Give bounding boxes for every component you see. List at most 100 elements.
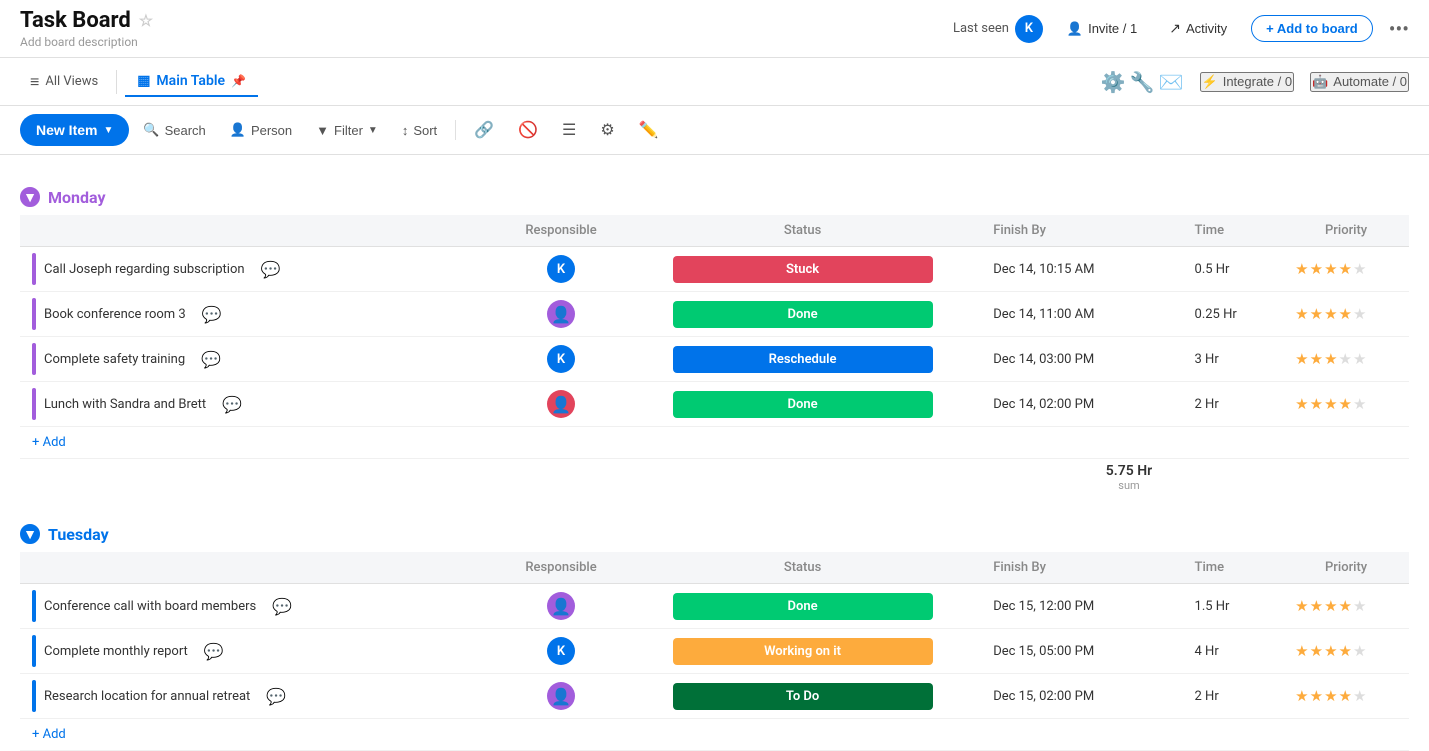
status-col-header: Status: [624, 215, 981, 247]
integrate-button[interactable]: ⚡ Integrate / 0: [1200, 72, 1295, 92]
person-button[interactable]: 👤 Person: [220, 116, 302, 144]
status-badge: Working on it: [673, 638, 933, 665]
star-rating: ★★★★★: [1295, 395, 1397, 413]
responsible-cell: 👤: [498, 674, 624, 719]
edit-icon-button[interactable]: ✏️: [629, 114, 669, 146]
comment-icon[interactable]: 💬: [201, 350, 221, 369]
comment-icon[interactable]: 💬: [202, 305, 222, 324]
status-badge: Stuck: [673, 256, 933, 283]
monday-add-row[interactable]: + Add: [20, 427, 1409, 459]
main-content: ▼ Monday Responsible Status Finish By Ti…: [0, 155, 1429, 751]
table-row[interactable]: Complete monthly report 💬 K Working on i…: [20, 629, 1409, 674]
comment-icon[interactable]: 💬: [261, 260, 281, 279]
table-icon: ▦: [137, 73, 150, 89]
comment-icon[interactable]: 💬: [272, 597, 292, 616]
responsible-col-header-tue: Responsible: [498, 552, 624, 584]
more-options-button[interactable]: •••: [1389, 17, 1409, 41]
star-rating: ★★★★★: [1295, 350, 1397, 368]
add-to-board-button[interactable]: + Add to board: [1251, 15, 1373, 42]
status-cell[interactable]: Working on it: [624, 629, 981, 674]
nav-divider: [116, 70, 117, 94]
status-cell[interactable]: Done: [624, 584, 981, 629]
star-filled: ★: [1295, 305, 1308, 323]
responsible-cell: 👤: [498, 382, 624, 427]
status-cell[interactable]: To Do: [624, 674, 981, 719]
hide-icon-button[interactable]: 🚫: [508, 114, 548, 146]
star-filled: ★: [1324, 687, 1337, 705]
integrate-icon: ⚡: [1202, 74, 1218, 90]
settings-icon: ⚙: [600, 120, 614, 140]
comment-icon[interactable]: 💬: [266, 687, 286, 706]
priority-cell: ★★★★★: [1283, 584, 1409, 629]
invite-button[interactable]: 👤 Invite / 1: [1059, 17, 1145, 41]
group-bar: [32, 590, 36, 622]
filter-button[interactable]: ▼ Filter ▼: [306, 117, 388, 144]
star-filled: ★: [1339, 260, 1352, 278]
finish-by-cell: Dec 14, 03:00 PM: [981, 337, 1182, 382]
status-cell[interactable]: Done: [624, 292, 981, 337]
star-filled: ★: [1295, 350, 1308, 368]
status-badge: Done: [673, 301, 933, 328]
avatar: 👤: [547, 390, 575, 418]
settings-icon-button[interactable]: ⚙: [590, 114, 624, 146]
responsible-cell: K: [498, 247, 624, 292]
status-cell[interactable]: Reschedule: [624, 337, 981, 382]
table-row[interactable]: Conference call with board members 💬 👤 D…: [20, 584, 1409, 629]
person-filter-icon: 👤: [230, 122, 246, 138]
tuesday-group: ▼ Tuesday Responsible Status Finish By T…: [20, 516, 1409, 751]
integration-icon-2: 🔧: [1130, 70, 1155, 94]
new-item-button[interactable]: New Item ▼: [20, 114, 129, 146]
header-left: Task Board ☆ Add board description: [20, 8, 153, 49]
activity-icon: ↗: [1169, 20, 1181, 37]
finish-by-cell: Dec 15, 02:00 PM: [981, 674, 1182, 719]
monday-header-row: Responsible Status Finish By Time Priori…: [20, 215, 1409, 247]
table-row[interactable]: Complete safety training 💬 K Reschedule …: [20, 337, 1409, 382]
star-filled: ★: [1295, 395, 1308, 413]
avatar: 👤: [547, 682, 575, 710]
sort-button[interactable]: ↕ Sort: [392, 117, 447, 144]
avatar: K: [547, 255, 575, 283]
group-bar: [32, 388, 36, 420]
tuesday-title: Tuesday: [48, 525, 109, 544]
group-icon-button[interactable]: ☰: [552, 114, 586, 146]
status-cell[interactable]: Done: [624, 382, 981, 427]
table-row[interactable]: Book conference room 3 💬 👤 Done Dec 14, …: [20, 292, 1409, 337]
table-row[interactable]: Call Joseph regarding subscription 💬 K S…: [20, 247, 1409, 292]
filter-icon: ▼: [316, 123, 329, 138]
time-col-header: Time: [1183, 215, 1284, 247]
status-badge: Reschedule: [673, 346, 933, 373]
responsible-cell: K: [498, 629, 624, 674]
automate-button[interactable]: 🤖 Automate / 0: [1310, 72, 1409, 92]
priority-cell: ★★★★★: [1283, 674, 1409, 719]
comment-icon[interactable]: 💬: [222, 395, 242, 414]
comment-icon[interactable]: 💬: [204, 642, 224, 661]
avatar: K: [547, 345, 575, 373]
link-icon: 🔗: [474, 120, 494, 140]
star-filled: ★: [1324, 395, 1337, 413]
priority-col-header: Priority: [1283, 215, 1409, 247]
priority-cell: ★★★★★: [1283, 382, 1409, 427]
hamburger-icon: ≡: [30, 72, 39, 92]
group-bar: [32, 253, 36, 285]
tuesday-add-row[interactable]: + Add: [20, 719, 1409, 751]
star-rating: ★★★★★: [1295, 642, 1397, 660]
tuesday-toggle[interactable]: ▼: [20, 524, 40, 544]
search-icon: 🔍: [143, 122, 159, 138]
table-row[interactable]: Lunch with Sandra and Brett 💬 👤 Done Dec…: [20, 382, 1409, 427]
table-row[interactable]: Research location for annual retreat 💬 👤…: [20, 674, 1409, 719]
link-icon-button[interactable]: 🔗: [464, 114, 504, 146]
status-cell[interactable]: Stuck: [624, 247, 981, 292]
nav-right: ⚙️ 🔧 ✉️ ⚡ Integrate / 0 🤖 Automate / 0: [1101, 70, 1409, 94]
monday-sum-box: 5.75 Hr sum: [1079, 463, 1179, 492]
main-table-tab[interactable]: ▦ Main Table 📌: [125, 67, 258, 97]
search-button[interactable]: 🔍 Search: [133, 116, 215, 144]
finish-by-cell: Dec 15, 12:00 PM: [981, 584, 1182, 629]
all-views-button[interactable]: ≡ All Views: [20, 66, 108, 98]
sort-icon: ↕: [402, 123, 409, 138]
last-seen-label: Last seen K: [953, 15, 1043, 43]
person-icon: 👤: [1067, 21, 1083, 37]
time-cell: 2 Hr: [1183, 382, 1284, 427]
activity-button[interactable]: ↗ Activity: [1161, 16, 1235, 41]
app-subtitle[interactable]: Add board description: [20, 35, 153, 49]
monday-toggle[interactable]: ▼: [20, 187, 40, 207]
